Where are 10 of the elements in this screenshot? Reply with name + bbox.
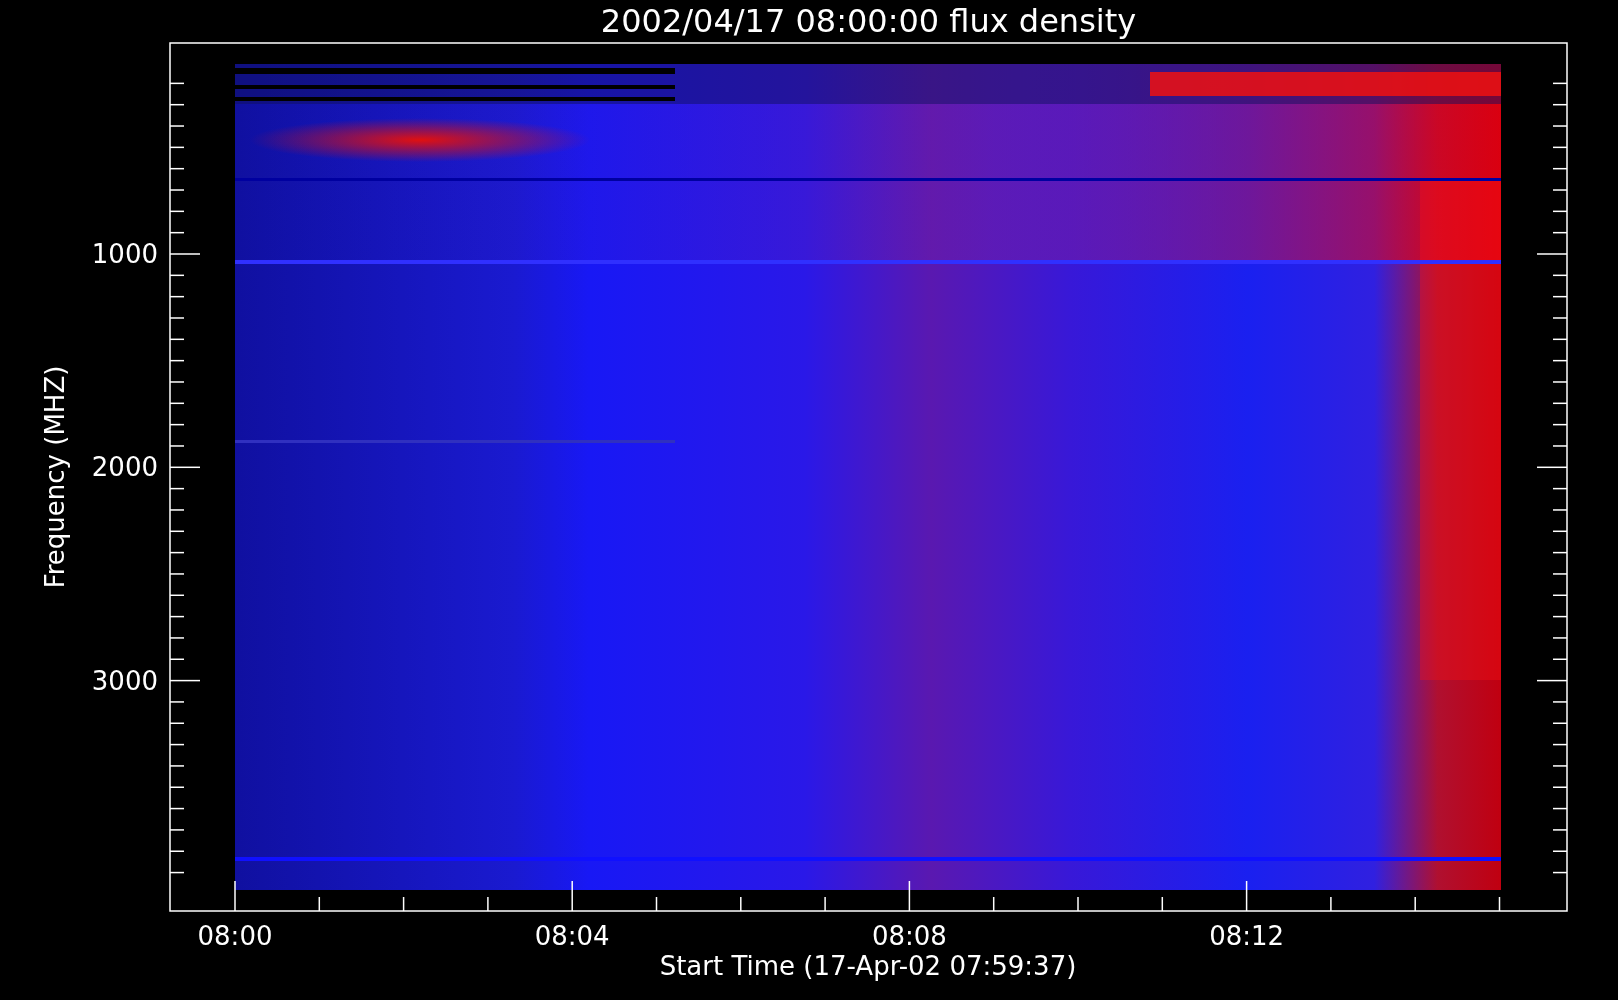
y-tick-label: 2000 [91,452,158,483]
x-tick-label: 08:00 [197,921,273,951]
x-tick-label: 08:08 [871,921,947,951]
y-tick-label: 1000 [91,239,158,269]
x-axis-label: Start Time (17-Apr-02 07:59:37) [659,951,1077,981]
x-tick-label: 08:04 [534,921,610,951]
y-axis-label: Frequency (MHZ) [40,365,70,589]
chart-title: 2002/04/17 08:00:00 flux density [600,2,1137,40]
x-tick-label: 08:12 [1209,921,1285,951]
y-tick-label: 3000 [91,665,158,696]
